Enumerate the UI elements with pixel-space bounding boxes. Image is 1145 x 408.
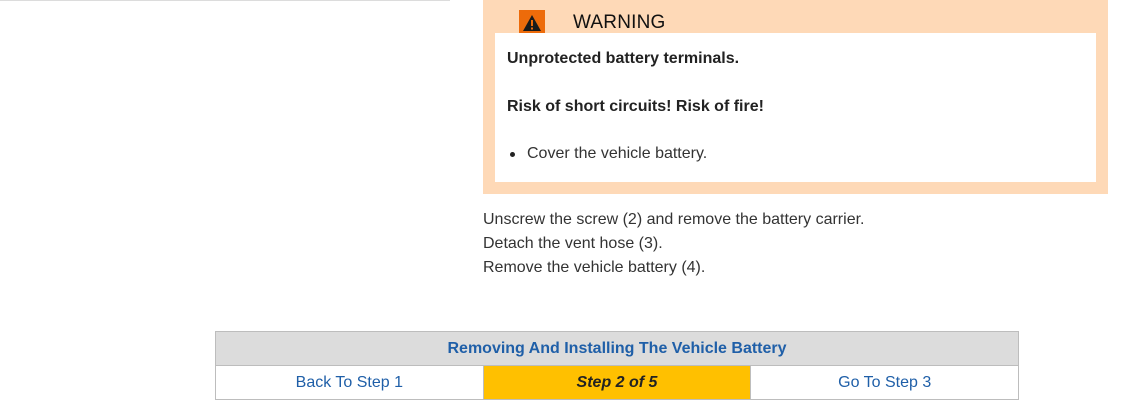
warning-measures-list: Cover the vehicle battery. <box>507 144 1084 164</box>
instruction-line: Unscrew the screw (2) and remove the bat… <box>483 211 865 228</box>
warning-content: Unprotected battery terminals. Risk of s… <box>495 33 1096 182</box>
warning-title: WARNING <box>573 12 666 33</box>
warning-risk-text: Risk of short circuits! Risk of fire! <box>507 98 764 115</box>
procedure-title-link[interactable]: Removing And Installing The Vehicle Batt… <box>447 340 786 358</box>
warning-hazard-text: Unprotected battery terminals. <box>507 50 740 67</box>
top-divider <box>0 0 450 1</box>
step-navigation-header: Removing And Installing The Vehicle Batt… <box>216 332 1018 366</box>
next-step-link[interactable]: Go To Step 3 <box>751 366 1018 399</box>
instruction-line: Detach the vent hose (3). <box>483 235 663 252</box>
instruction-line: Remove the vehicle battery (4). <box>483 259 706 276</box>
instruction-steps: Unscrew the screw (2) and remove the bat… <box>483 208 864 280</box>
back-step-link[interactable]: Back To Step 1 <box>216 366 484 399</box>
current-step-indicator: Step 2 of 5 <box>483 366 752 399</box>
warning-box: WARNING Unprotected battery terminals. R… <box>483 0 1108 194</box>
step-navigation: Removing And Installing The Vehicle Batt… <box>215 331 1019 400</box>
step-navigation-row: Back To Step 1 Step 2 of 5 Go To Step 3 <box>216 366 1018 399</box>
warning-measure-item: Cover the vehicle battery. <box>510 144 1084 164</box>
